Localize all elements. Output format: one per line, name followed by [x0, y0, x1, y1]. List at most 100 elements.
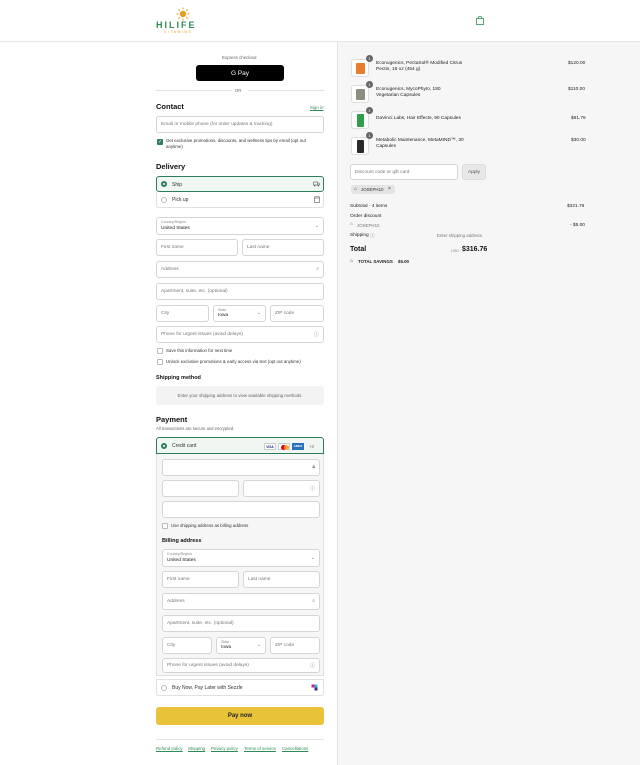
pickup-option[interactable]: Pick up [156, 192, 324, 208]
total-savings-label: TOTAL SAVINGS [358, 259, 393, 264]
last-name-placeholder: Last name [247, 245, 270, 250]
sms-promo-checkbox[interactable] [157, 359, 163, 365]
help-icon[interactable]: ⓘ [310, 662, 315, 669]
save-info-label: Save this information for next time [166, 348, 233, 353]
billing-first-name-placeholder: First name [167, 577, 190, 582]
mastercard-badge [278, 443, 290, 450]
billing-city-placeholder: City [167, 643, 176, 648]
discount-placeholder: Discount code or gift card [355, 169, 410, 175]
footer-link-privacy[interactable]: Privacy policy [211, 746, 238, 751]
chevron-down-icon: ⌄ [256, 310, 261, 316]
country-select[interactable]: Country/Region United States ⌄ [156, 217, 324, 235]
zip-placeholder: ZIP code [275, 311, 295, 316]
billing-country-select[interactable]: Country/Region United States ⌄ [162, 549, 320, 567]
quantity-badge: 1 [366, 55, 373, 62]
pay-now-button[interactable]: Pay now [156, 707, 324, 725]
billing-state-select[interactable]: State Iowa ⌄ [216, 637, 266, 654]
billing-address-placeholder: Address [167, 599, 185, 604]
total-label: Total [350, 246, 367, 253]
help-icon[interactable]: ⓘ [314, 331, 319, 338]
credit-card-radio[interactable] [161, 443, 167, 449]
state-select[interactable]: State Iowa ⌄ [213, 305, 266, 322]
shipping-method-placeholder: Enter your shipping address to view avai… [177, 393, 303, 398]
more-cards-badge: +3 [309, 444, 314, 449]
sign-in-link[interactable]: Sign in [310, 105, 323, 110]
visa-badge: VISA [264, 443, 276, 450]
remove-code-icon[interactable]: × [388, 186, 391, 192]
phone-field[interactable]: Phone for urgent issues (avoid delays) ⓘ [156, 326, 324, 343]
billing-first-name-field[interactable]: First name [162, 571, 239, 588]
discount-code-field[interactable]: Discount code or gift card [350, 164, 458, 180]
apply-button[interactable]: Apply [462, 164, 486, 180]
billing-phone-field[interactable]: Phone for urgent issues (avoid delays) ⓘ [162, 658, 320, 673]
google-pay-button[interactable]: G Pay [196, 65, 284, 81]
city-field[interactable]: City [156, 305, 209, 322]
chevron-down-icon: ⌄ [310, 555, 315, 561]
tag-icon: ⌂ [350, 222, 353, 227]
billing-phone-placeholder: Phone for urgent issues (avoid delays) [167, 663, 249, 668]
address-field[interactable]: Address ⌕ [156, 261, 324, 278]
state-label: State [218, 308, 227, 312]
footer-link-shipping[interactable]: Shipping [188, 746, 205, 751]
apartment-field[interactable]: Apartment, suite, etc. (optional) [156, 283, 324, 300]
help-icon[interactable]: ⓘ [370, 233, 374, 239]
billing-last-name-field[interactable]: Last name [243, 571, 320, 588]
billing-country-label: Country/Region [167, 552, 192, 556]
email-promo-label: Get exclusive promotions, discounts, and… [166, 138, 306, 149]
product-name: Econugenics, MycoPhyto, 180 Vegetarian C… [376, 87, 441, 98]
card-form-panel: 🔒︎ ⓘ Use shipping address as billing add… [156, 454, 324, 676]
google-pay-label: G Pay [230, 69, 250, 77]
save-info-checkbox[interactable] [157, 348, 163, 354]
zip-field[interactable]: ZIP code [270, 305, 324, 322]
footer-link-terms[interactable]: Terms of service [244, 746, 276, 751]
security-code-field[interactable]: ⓘ [243, 480, 320, 497]
sezzle-option[interactable]: Buy Now, Pay Later with Sezzle [156, 679, 324, 696]
ship-radio[interactable] [161, 181, 167, 187]
email-promo-checkbox[interactable]: ✓ [157, 139, 163, 145]
footer-link-refund[interactable]: Refund policy [156, 746, 183, 751]
use-shipping-checkbox[interactable] [162, 523, 168, 529]
shipping-method-box: Enter your shipping address to view avai… [156, 386, 324, 405]
sun-logo-icon [176, 7, 190, 21]
billing-address-field[interactable]: Address ⌕ [162, 593, 320, 610]
email-field[interactable]: Email or mobile phone (for order updates… [156, 116, 324, 133]
sezzle-radio[interactable] [161, 685, 167, 691]
expiration-field[interactable] [162, 480, 239, 497]
logo[interactable]: HILIFE VITAMINS [156, 7, 214, 35]
footer-link-cancellations[interactable]: Cancellations [282, 746, 308, 751]
billing-zip-field[interactable]: ZIP code [270, 637, 320, 654]
product-name: DaVinci Labs, Hair Effects, 90 Capsules [376, 116, 461, 121]
last-name-field[interactable]: Last name [242, 239, 324, 256]
billing-state-label: State [221, 640, 230, 644]
billing-zip-placeholder: ZIP code [275, 643, 295, 648]
quantity-badge: 1 [366, 107, 373, 114]
discount-code-line: JOSEPH10 [357, 223, 380, 228]
name-on-card-field[interactable] [162, 501, 320, 518]
subtotal-label: Subtotal · 4 items [350, 204, 388, 209]
sezzle-label: Buy Now, Pay Later with Sezzle [172, 685, 243, 691]
currency-label: USD [451, 249, 460, 253]
credit-card-option[interactable]: Credit card VISA AMEX +3 [156, 437, 324, 454]
help-icon[interactable]: ⓘ [310, 485, 315, 492]
billing-city-field[interactable]: City [162, 637, 212, 654]
shopping-bag-icon[interactable] [476, 16, 484, 25]
product-thumbnail [351, 59, 369, 77]
shipping-label: Shipping [350, 233, 369, 238]
store-icon [314, 196, 320, 203]
product-price: $120.00 [568, 61, 586, 66]
header: HILIFE VITAMINS [0, 0, 640, 42]
product-thumbnail [351, 111, 369, 129]
pickup-radio[interactable] [161, 197, 167, 203]
first-name-field[interactable]: First name [156, 239, 238, 256]
shipping-method-title: Shipping method [156, 375, 201, 381]
contact-title: Contact [156, 102, 184, 111]
ship-option[interactable]: Ship [156, 176, 324, 192]
chevron-down-icon: ⌄ [256, 642, 261, 648]
order-summary: 1 Econugenics, PectaSol® Modified Citrus… [337, 42, 640, 765]
card-number-field[interactable]: 🔒︎ [162, 459, 320, 476]
billing-apartment-field[interactable]: Apartment, suite, etc. (optional) [162, 615, 320, 632]
product-name: Econugenics, PectaSol® Modified Citrus P… [376, 61, 463, 72]
amex-badge: AMEX [292, 443, 304, 450]
billing-address-title: Billing address [162, 538, 202, 544]
country-label: Country/Region [161, 220, 186, 224]
